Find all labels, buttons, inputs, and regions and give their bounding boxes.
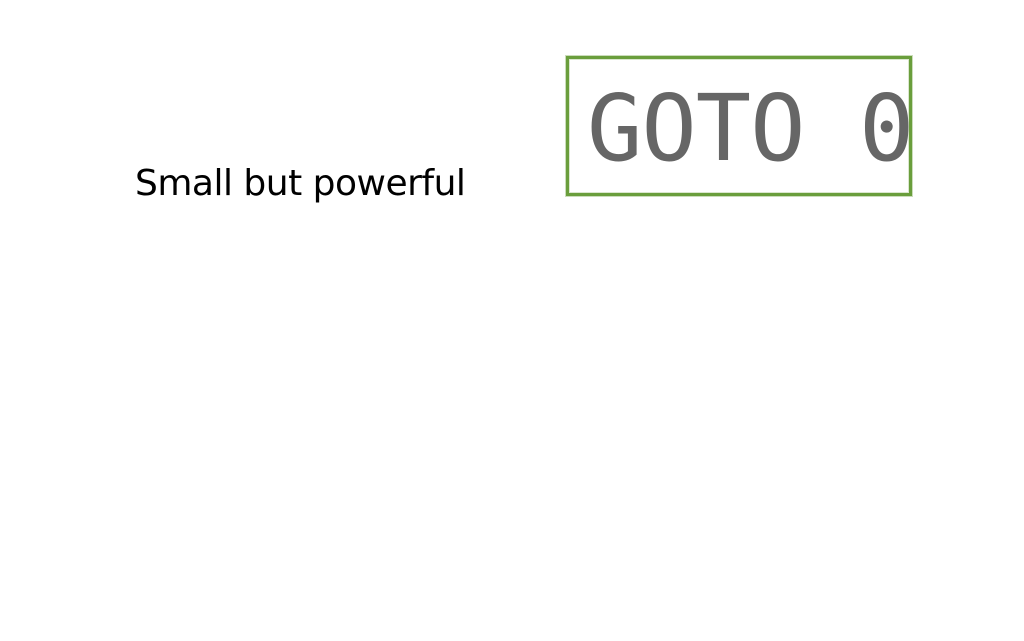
logo-box: GOTO 0 [565, 55, 914, 197]
slide: Small but powerful GOTO 0 [0, 0, 1024, 641]
slide-tagline: Small but powerful [135, 163, 466, 204]
logo-text: GOTO 0 [587, 75, 914, 182]
